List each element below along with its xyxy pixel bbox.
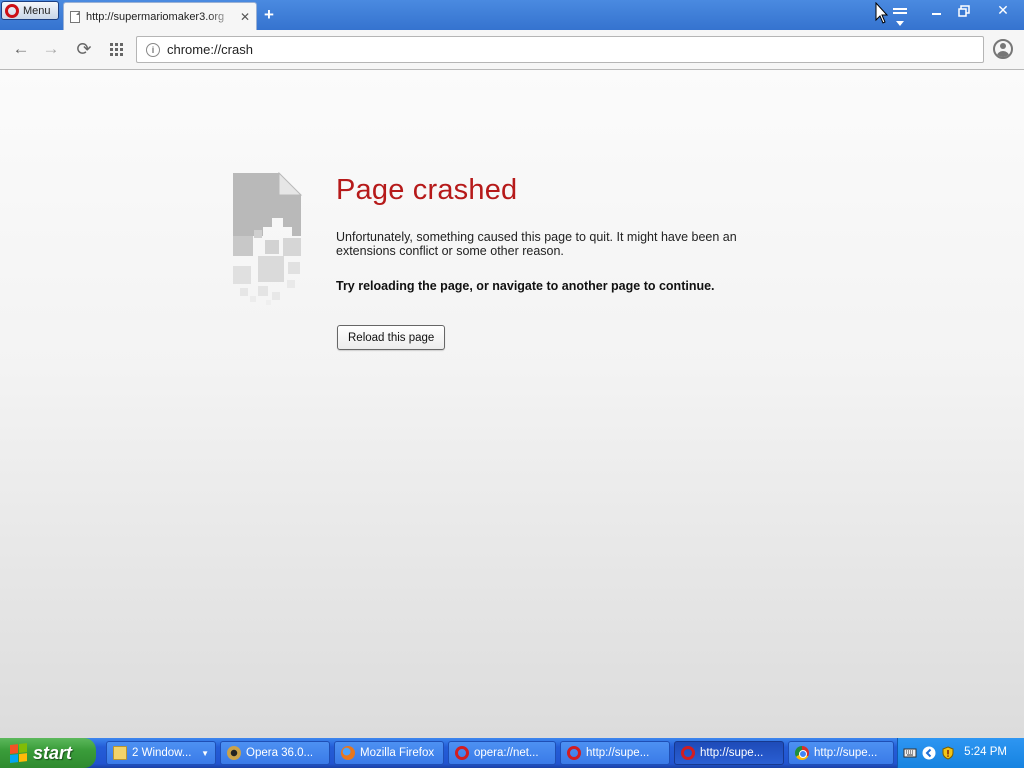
crashed-page-icon [233,172,303,305]
url-input[interactable] [167,42,947,57]
taskbar-item-chrome[interactable]: http://supe... [788,741,894,765]
restore-icon[interactable] [952,2,976,19]
taskbar-item-label: Opera 36.0... [246,747,314,759]
browser-tab[interactable]: http://supermariomaker3.org ✕ [63,2,257,30]
speed-dial-grid-icon[interactable] [106,39,126,59]
firefox-icon [341,746,355,760]
opera-icon [455,746,469,760]
site-info-icon[interactable]: i [146,42,160,57]
error-title: Page crashed [336,174,518,206]
opera-menu-button[interactable]: Menu [1,1,59,20]
taskbar-item-opera-net[interactable]: opera://net... [448,741,556,765]
app-icon [227,746,241,760]
taskbar-item-label: http://supe... [700,747,764,759]
address-bar[interactable]: i [136,36,984,63]
system-tray: 5:24 PM [897,738,1024,768]
reload-icon[interactable]: ⟳ [74,39,94,59]
close-window-icon[interactable]: ✕ [984,2,1022,19]
error-message: Unfortunately, something caused this pag… [336,230,737,258]
taskbar-item-opera-page[interactable]: http://supe... [560,741,670,765]
forward-arrow-icon[interactable]: → [41,39,61,59]
taskbar-item-label: http://supe... [586,747,650,759]
group-dropdown-icon: ▼ [201,748,209,758]
tab-menu-icon[interactable] [893,8,907,26]
taskbar-item-label: http://supe... [814,747,878,759]
opera-logo-icon [5,3,19,18]
start-label: start [33,742,73,763]
tab-close-icon[interactable]: ✕ [240,10,250,24]
opera-icon [567,746,581,760]
taskbar-item-label: opera://net... [474,747,539,759]
taskbar-item-firefox[interactable]: Mozilla Firefox [334,741,444,765]
taskbar-item-opera-installer[interactable]: Opera 36.0... [220,741,330,765]
window-titlebar: Menu http://supermariomaker3.org ✕ + ✕ [0,0,1024,30]
browser-toolbar: ← → ⟳ i [0,30,1024,70]
mouse-cursor-icon [875,2,889,24]
reload-page-button[interactable]: Reload this page [337,325,446,350]
taskbar-item-explorer[interactable]: 2 Window... ▼ [106,741,216,765]
windows-logo-icon [10,743,28,763]
windows-taskbar: start 2 Window... ▼ Opera 36.0... Mozilla… [0,738,1024,768]
back-arrow-icon[interactable]: ← [11,39,31,59]
new-tab-plus-icon[interactable]: + [264,5,274,24]
chrome-icon [795,746,809,760]
menu-label: Menu [23,4,51,17]
keyboard-icon[interactable] [903,746,917,760]
error-hint: Try reloading the page, or navigate to a… [336,279,715,293]
page-content: Page crashed Unfortunately, something ca… [0,70,1024,738]
taskbar-item-label: Mozilla Firefox [360,747,435,759]
taskbar-item-opera-active[interactable]: http://supe... [674,741,784,765]
account-icon[interactable] [993,39,1013,59]
show-hidden-icons-icon[interactable] [922,746,936,760]
opera-icon [681,746,695,760]
minimize-icon[interactable] [925,2,949,19]
taskbar-item-label: 2 Window... [132,747,192,759]
folder-icon [113,746,127,760]
tab-title: http://supermariomaker3.org [86,10,225,23]
page-favicon-icon [70,10,80,23]
security-shield-icon[interactable] [941,746,955,760]
system-clock: 5:24 PM [964,746,1007,758]
start-button[interactable]: start [0,738,96,768]
